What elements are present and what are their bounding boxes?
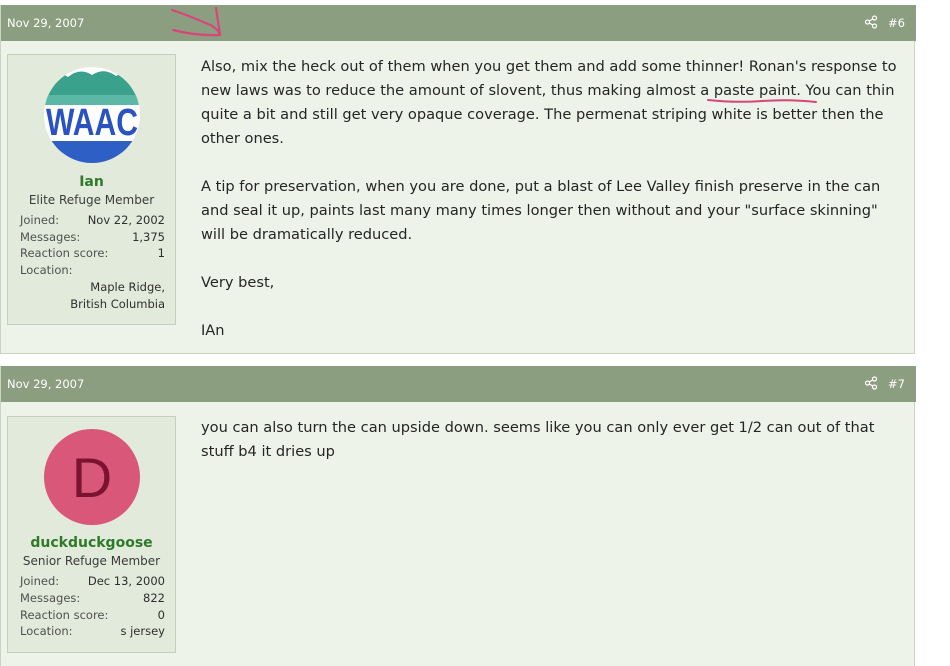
post-date[interactable]: Nov 29, 2007 [7,16,84,30]
user-card: WAAC Ian Elite Refuge Member Joined: Nov… [7,54,176,325]
message-body: Also, mix the heck out of them when you … [201,55,906,343]
user-title: Senior Refuge Member [22,554,161,568]
avatar[interactable]: WAAC [44,67,140,163]
stat-messages: Messages: 1,375 [20,230,165,246]
user-card: D duckduckgoose Senior Refuge Member Joi… [7,416,176,653]
message-paragraph: IAn [201,322,225,339]
stat-label: Joined: [20,574,60,588]
post-6: Nov 29, 2007 #6 WAAC Ian Elite Refuge Me… [0,5,916,354]
message-paragraph: Very best, [201,274,275,291]
stat-label: Joined: [20,213,60,227]
stat-value: 0 [157,608,165,622]
stat-value[interactable]: 1,375 [132,230,165,244]
username[interactable]: Ian [8,174,175,190]
stat-label: Reaction score: [20,246,109,260]
stat-joined: Joined: Dec 13, 2000 [20,574,165,590]
stat-location-value[interactable]: Maple Ridge, British Columbia [20,279,165,313]
message-body: you can also turn the can upside down. s… [201,416,906,464]
avatar[interactable]: D [44,429,140,525]
avatar-text: WAAC [46,102,138,144]
avatar-letter: D [72,446,112,509]
annotated-text: paste paint [706,82,817,103]
stat-reaction: Reaction score: 1 [20,246,165,262]
underlined-text: paste paint [713,82,797,99]
annotation-arrow-icon [170,6,222,37]
share-icon[interactable] [864,15,878,29]
post-date[interactable]: Nov 29, 2007 [7,377,84,391]
stat-label: Location: [20,263,73,277]
stat-label: Reaction score: [20,608,109,622]
stat-label: Messages: [20,591,81,605]
message-paragraph: you can also turn the can upside down. s… [201,419,875,460]
stat-label: Location: [20,624,73,638]
stat-reaction: Reaction score: 0 [20,608,165,624]
stat-location: Location: s jersey [20,624,165,640]
stat-value[interactable]: s jersey [120,624,165,638]
username[interactable]: duckduckgoose [8,535,175,551]
stat-joined: Joined: Nov 22, 2002 [20,213,165,229]
stat-value: Dec 13, 2000 [87,574,165,588]
stat-location: Location: [20,263,165,279]
post-7: Nov 29, 2007 #7 D duckduckgoose Senior R… [0,366,916,666]
share-icon[interactable] [864,376,878,390]
stat-value: 1 [157,246,165,260]
post-number[interactable]: #6 [888,16,905,30]
message-paragraph: Also, mix the heck out of them when you … [201,55,906,151]
stat-value[interactable]: 822 [143,591,165,605]
stat-label: Messages: [20,230,81,244]
stat-value: Nov 22, 2002 [87,213,165,227]
post-number[interactable]: #7 [888,377,905,391]
message-paragraph: A tip for preservation, when you are don… [201,178,881,243]
stat-messages: Messages: 822 [20,591,165,607]
post-header: Nov 29, 2007 #7 [1,366,916,402]
user-title: Elite Refuge Member [28,193,155,207]
post-header: Nov 29, 2007 #6 [1,5,916,41]
